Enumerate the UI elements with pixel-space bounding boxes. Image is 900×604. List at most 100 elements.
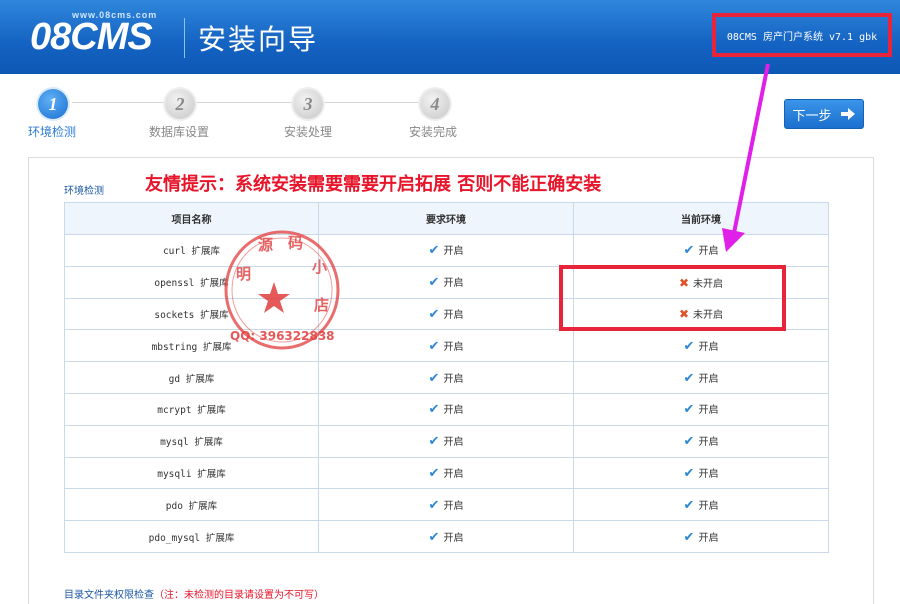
next-step-label: 下一步 <box>792 108 832 124</box>
check-icon: ✔ <box>683 338 695 354</box>
item-name: openssl 扩展库 <box>64 265 319 299</box>
item-name: pdo_mysql 扩展库 <box>64 520 319 553</box>
header-bar: www.08cms.com 08CMS 安装向导 08CMS 房产门户系统 v7… <box>0 0 900 74</box>
check-icon: ✔ <box>428 402 440 418</box>
table-row: sockets 扩展库 ✔ 开启 ✖ 未开启 <box>64 297 829 331</box>
permissions-title: 目录文件夹权限检查（注：未检测的目录请设置为不可写） <box>64 586 324 601</box>
step-2-label: 数据库设置 <box>149 125 210 139</box>
check-icon: ✔ <box>683 465 695 481</box>
required-value: 开启 <box>443 246 464 258</box>
check-icon: ✔ <box>428 529 440 545</box>
cross-icon: ✖ <box>678 275 690 290</box>
required-env: ✔ 开启 <box>318 456 574 490</box>
required-env: ✔ 开启 <box>318 329 574 363</box>
check-icon: ✔ <box>683 497 695 513</box>
required-value: 开启 <box>443 341 464 353</box>
check-icon: ✔ <box>428 465 440 481</box>
install-steps: 1 环境检测 2 数据库设置 3 安装处理 4 安装完成 <box>0 80 720 150</box>
item-name: mbstring 扩展库 <box>64 329 319 363</box>
required-env: ✔ 开启 <box>318 520 574 553</box>
required-value: 开启 <box>443 309 464 321</box>
current-value: 开启 <box>698 532 719 544</box>
step-3-label: 安装处理 <box>284 125 333 139</box>
logo: 08CMS <box>30 16 153 58</box>
item-name: mysqli 扩展库 <box>64 456 319 490</box>
table-row: pdo 扩展库 ✔ 开启 ✔ 开启 <box>64 488 829 522</box>
notice-text: 友情提示：系统安装需要需要开启拓展 否则不能正确安装 <box>145 174 602 195</box>
step-connector <box>324 102 420 103</box>
required-env: ✔ 开启 <box>318 361 574 394</box>
column-header: 当前环境 <box>573 202 829 235</box>
table-row: pdo_mysql 扩展库 ✔ 开启 ✔ 开启 <box>64 520 829 553</box>
check-icon: ✔ <box>683 370 695 386</box>
current-env: ✖ 未开启 <box>573 265 829 299</box>
required-env: ✔ 开启 <box>318 488 574 522</box>
table-row: gd 扩展库 ✔ 开启 ✔ 开启 <box>64 361 829 394</box>
column-header: 项目名称 <box>64 202 319 235</box>
version-text: 08CMS 房产门户系统 v7.1 gbk <box>726 31 878 43</box>
step-4-label: 安装完成 <box>409 125 458 139</box>
item-name: mcrypt 扩展库 <box>64 392 319 426</box>
step-connector <box>72 102 164 103</box>
page-title: 安装向导 <box>198 23 319 56</box>
current-value: 开启 <box>698 500 719 512</box>
table-row: mysqli 扩展库 ✔ 开启 ✔ 开启 <box>64 456 829 490</box>
item-name: mysql 扩展库 <box>64 424 319 458</box>
check-icon: ✔ <box>428 275 440 291</box>
table-row: mbstring 扩展库 ✔ 开启 ✔ 开启 <box>64 329 829 363</box>
check-icon: ✔ <box>428 497 440 513</box>
column-header: 要求环境 <box>318 202 574 235</box>
item-name: gd 扩展库 <box>64 361 319 394</box>
table-header-row: 项目名称 要求环境 当前环境 <box>64 202 829 235</box>
current-env: ✔ 开启 <box>573 234 829 267</box>
check-icon: ✔ <box>428 370 440 386</box>
table-row: openssl 扩展库 ✔ 开启 ✖ 未开启 <box>64 265 829 299</box>
item-name: pdo 扩展库 <box>64 488 319 522</box>
check-icon: ✔ <box>428 434 440 450</box>
required-env: ✔ 开启 <box>318 234 574 267</box>
current-env: ✔ 开启 <box>573 520 829 553</box>
check-icon: ✔ <box>683 402 695 418</box>
table-row: mysql 扩展库 ✔ 开启 ✔ 开启 <box>64 424 829 458</box>
next-step-button[interactable]: 下一步 <box>784 99 864 129</box>
required-value: 开启 <box>443 437 464 449</box>
current-value: 开启 <box>698 405 719 417</box>
step-1-label: 环境检测 <box>28 125 77 139</box>
required-env: ✔ 开启 <box>318 392 574 426</box>
environment-table: 项目名称 要求环境 当前环境 curl 扩展库 ✔ 开启 ✔ 开启 openssl 扩展库… <box>64 202 829 553</box>
required-value: 开启 <box>443 373 464 385</box>
required-value: 开启 <box>443 468 464 480</box>
arrow-right-icon <box>840 108 855 120</box>
required-env: ✔ 开启 <box>318 297 574 331</box>
current-value: 开启 <box>698 373 719 385</box>
check-icon: ✔ <box>428 306 440 322</box>
required-env: ✔ 开启 <box>318 424 574 458</box>
current-value: 开启 <box>698 437 719 449</box>
version-label: 08CMS 房产门户系统 v7.1 gbk <box>712 13 892 57</box>
check-icon: ✔ <box>428 338 440 354</box>
cross-icon: ✖ <box>678 307 690 322</box>
current-value: 未开启 <box>693 310 724 322</box>
item-name: curl 扩展库 <box>64 234 319 267</box>
table-row: curl 扩展库 ✔ 开启 ✔ 开启 <box>64 234 829 267</box>
current-env: ✔ 开启 <box>573 361 829 394</box>
current-env: ✔ 开启 <box>573 424 829 458</box>
item-name: sockets 扩展库 <box>64 297 319 331</box>
step-2-icon: 2 <box>165 89 195 119</box>
step-connector <box>196 102 292 103</box>
step-3-icon: 3 <box>293 89 323 119</box>
current-env: ✔ 开启 <box>573 329 829 363</box>
step-4-icon: 4 <box>420 89 450 119</box>
required-value: 开启 <box>443 500 464 512</box>
check-icon: ✔ <box>428 243 440 259</box>
current-value: 开启 <box>698 341 719 353</box>
table-row: mcrypt 扩展库 ✔ 开启 ✔ 开启 <box>64 392 829 426</box>
required-value: 开启 <box>443 278 464 290</box>
check-icon: ✔ <box>683 529 695 545</box>
permissions-note: （注：未检测的目录请设置为不可写） <box>154 590 324 601</box>
required-value: 开启 <box>443 405 464 417</box>
required-env: ✔ 开启 <box>318 265 574 299</box>
current-env: ✔ 开启 <box>573 456 829 490</box>
check-icon: ✔ <box>683 243 695 259</box>
current-env: ✔ 开启 <box>573 488 829 522</box>
